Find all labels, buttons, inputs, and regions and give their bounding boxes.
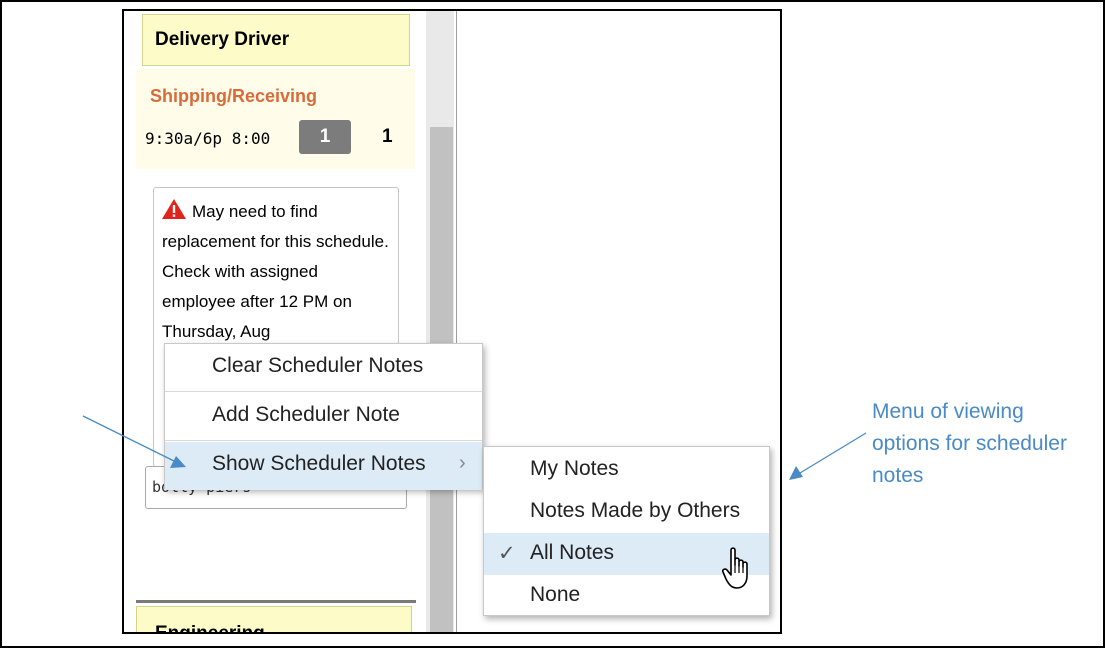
arrow-icon bbox=[82, 415, 177, 463]
arrow-icon bbox=[170, 456, 186, 468]
arrow-icon bbox=[799, 432, 867, 474]
annotation-arrows bbox=[82, 415, 867, 480]
